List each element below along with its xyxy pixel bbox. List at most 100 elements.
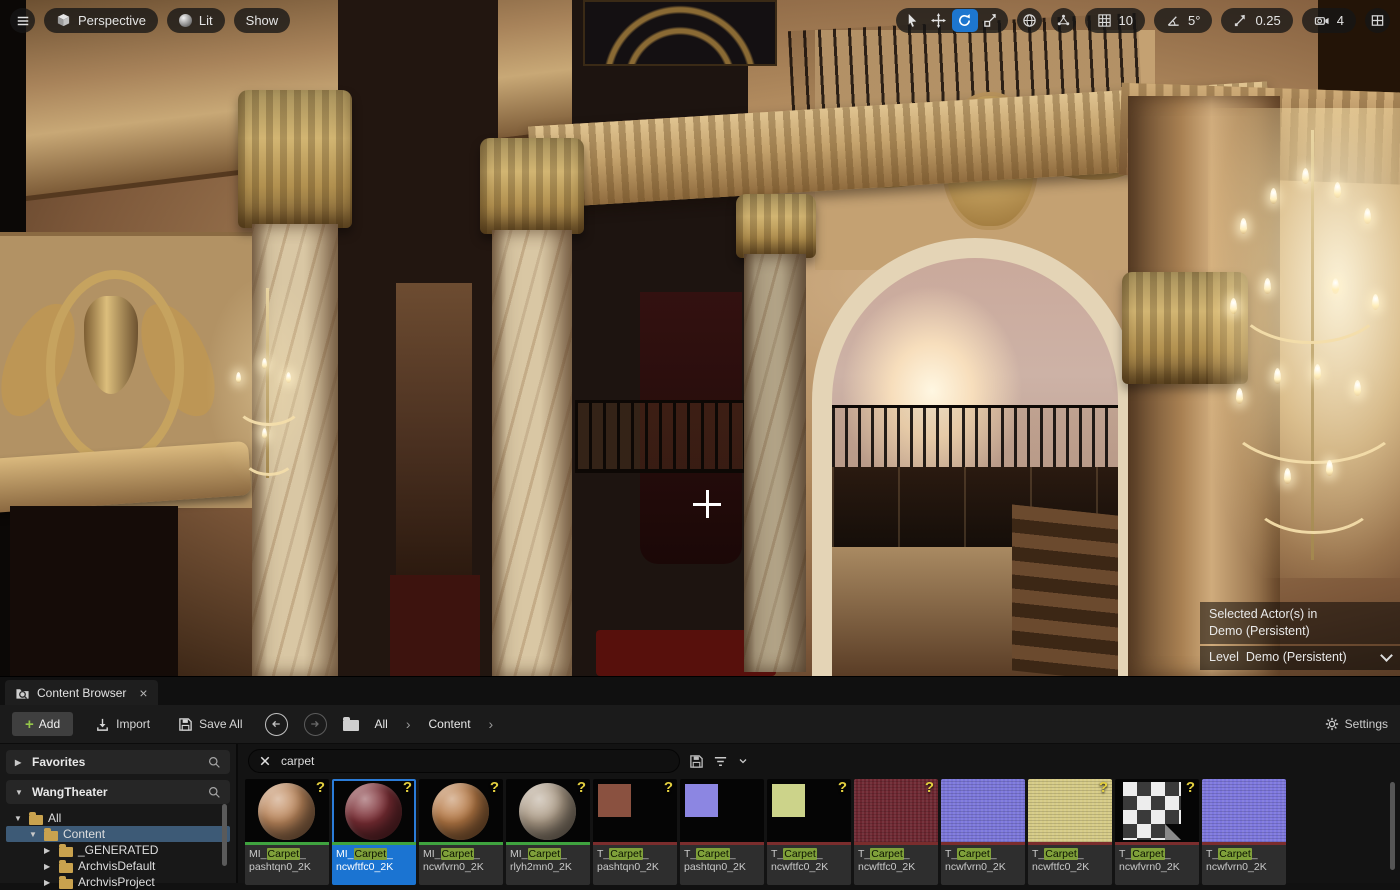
camera-speed-button[interactable]: 4 [1302, 8, 1356, 33]
surface-snapping-icon [1056, 13, 1071, 28]
window-grid-icon [1370, 13, 1385, 28]
material-type-bar [419, 842, 503, 845]
rotate-tool-button[interactable] [952, 9, 978, 32]
lit-mode-button[interactable]: Lit [167, 8, 225, 33]
select-tool-button[interactable] [900, 9, 926, 32]
full-preview [1202, 779, 1286, 842]
rotation-snap-button[interactable]: 5° [1154, 8, 1212, 33]
chevron-down-icon[interactable] [1380, 649, 1393, 662]
tree-item-archvisproject[interactable]: ▶ ArchvisProject [6, 874, 230, 890]
asset-tile[interactable]: T_Carpet_ncwfvrn0_2K [941, 779, 1025, 885]
search-assets-field[interactable] [248, 749, 680, 773]
close-tab-icon[interactable]: × [139, 685, 147, 701]
scene-stairs [1012, 504, 1118, 676]
favorites-section-header[interactable]: ▶ Favorites [6, 750, 230, 774]
viewport-layout-button[interactable] [1365, 8, 1390, 33]
sidebar-scrollbar[interactable] [222, 804, 227, 866]
asset-tile[interactable]: T_Carpet_ncwfvrn0_2K [1202, 779, 1286, 885]
folder-name: ArchvisProject [78, 875, 155, 889]
asset-tile[interactable]: ?MI_Carpet_rlyh2mn0_2K [506, 779, 590, 885]
folder-name: _GENERATED [78, 843, 158, 857]
show-button[interactable]: Show [234, 8, 291, 33]
grid-snap-button[interactable]: 10 [1085, 8, 1145, 33]
tree-item-all[interactable]: ▼ All [6, 810, 230, 826]
viewport-3d[interactable]: Perspective Lit Show [0, 0, 1400, 676]
search-icon[interactable] [208, 786, 221, 799]
search-icon[interactable] [208, 756, 221, 769]
move-tool-button[interactable] [926, 9, 952, 32]
viewport-menu-button[interactable] [10, 8, 35, 33]
perspective-button[interactable]: Perspective [44, 8, 158, 33]
asset-tile[interactable]: ?T_Carpet_ncwftfc0_2K [1028, 779, 1112, 885]
asset-grid-scrollbar[interactable] [1390, 782, 1395, 870]
level-selector[interactable]: Level Demo (Persistent) [1200, 646, 1400, 670]
asset-tile[interactable]: ?MI_Carpet_pashtqn0_2K [245, 779, 329, 885]
save-all-button[interactable]: Save All [172, 716, 248, 733]
back-button[interactable] [265, 713, 288, 736]
forward-button[interactable] [304, 713, 327, 736]
clear-search-icon[interactable] [259, 755, 271, 767]
tree-item-content[interactable]: ▼Content [6, 826, 230, 842]
cube-icon [56, 13, 71, 28]
asset-tile[interactable]: ?T_Carpet_ncwfvrn0_2K [1115, 779, 1199, 885]
chevron-down-icon[interactable]: ▼ [15, 788, 25, 797]
plus-icon: + [25, 717, 34, 732]
breadcrumb-current[interactable]: Content [429, 717, 471, 731]
square-preview [685, 784, 718, 817]
diagonal-arrow-icon [1233, 13, 1248, 28]
chevron-down-icon[interactable]: ▼ [14, 814, 24, 823]
folder-tree: ▼All▼Content▶_GENERATED▶ArchvisDefault▶A… [6, 810, 230, 890]
asset-tile[interactable]: ?T_Carpet_ncwftfc0_2K [854, 779, 938, 885]
favorites-label: Favorites [32, 755, 85, 769]
scale-snap-button[interactable]: 0.25 [1221, 8, 1292, 33]
scene-arch-interior [832, 258, 1118, 676]
asset-name: MI_Carpet_rlyh2mn0_2K [506, 845, 590, 885]
project-section-header[interactable]: ▼ WangTheater [6, 780, 230, 804]
sources-panel: ▶ Favorites ▼ WangTheater ▼ All▼Content ▶ _… [0, 744, 238, 883]
folder-icon [59, 879, 73, 889]
question-mark-badge: ? [925, 779, 934, 796]
asset-name: MI_Carpet_ncwftfc0_2K [332, 845, 416, 885]
content-browser-tab[interactable]: Content Browser × [5, 680, 158, 705]
scene-chandelier-left [228, 288, 304, 478]
tree-item-_generated[interactable]: ▶ _GENERATED [6, 842, 230, 858]
add-button[interactable]: + Add [12, 712, 73, 736]
texture-type-bar [854, 842, 938, 845]
world-local-space-button[interactable] [1017, 8, 1042, 33]
sphere-preview [432, 783, 489, 840]
folder-icon [44, 831, 58, 841]
hamburger-icon [16, 14, 30, 28]
asset-tile[interactable]: ?T_Carpet_pashtqn0_2K [593, 779, 677, 885]
scene-center-railing [575, 400, 745, 473]
texture-type-bar [1202, 842, 1286, 845]
asset-tile[interactable]: ?T_Carpet_ncwftfc0_2K [767, 779, 851, 885]
chevron-right-icon[interactable]: ▶ [44, 878, 54, 887]
save-search-icon[interactable] [689, 754, 704, 769]
rotate-icon [957, 13, 972, 28]
folder-name: All [48, 811, 61, 825]
breadcrumb-root[interactable]: All [375, 717, 388, 731]
texture-type-bar [767, 842, 851, 845]
settings-button[interactable]: Settings [1325, 717, 1388, 731]
filter-chevron-icon[interactable] [737, 755, 749, 767]
asset-tile[interactable]: ?MI_Carpet_ncwftfc0_2K [332, 779, 416, 885]
asset-grid: ?MI_Carpet_pashtqn0_2K?MI_Carpet_ncwftfc… [238, 777, 1400, 885]
chevron-right-icon[interactable]: ▶ [44, 846, 54, 855]
surface-snapping-button[interactable] [1051, 8, 1076, 33]
asset-tile[interactable]: ?MI_Carpet_ncwfvrn0_2K [419, 779, 503, 885]
filter-icon[interactable] [713, 754, 728, 769]
arrow-right-icon [309, 718, 321, 730]
import-button[interactable]: Import [89, 716, 156, 733]
viewport-toolbar-right: 10 5° 0.25 4 [896, 8, 1390, 33]
tab-title: Content Browser [37, 686, 126, 700]
chevron-right-icon[interactable]: ▶ [44, 862, 54, 871]
chevron-right-icon[interactable]: ▶ [15, 758, 25, 767]
chevron-down-icon[interactable]: ▼ [29, 830, 39, 839]
asset-name: MI_Carpet_ncwfvrn0_2K [419, 845, 503, 885]
asset-tile[interactable]: T_Carpet_pashtqn0_2K [680, 779, 764, 885]
search-input[interactable] [279, 753, 669, 769]
material-type-bar [245, 842, 329, 845]
asset-name: T_Carpet_ncwftfc0_2K [767, 845, 851, 885]
tree-item-archvisdefault[interactable]: ▶ArchvisDefault [6, 858, 230, 874]
scale-tool-button[interactable] [978, 9, 1004, 32]
